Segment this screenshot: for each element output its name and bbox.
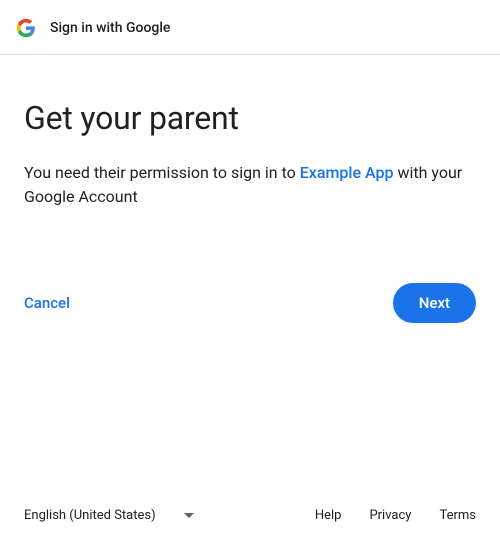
header-title: Sign in with Google <box>50 20 170 36</box>
subtitle-text: You need their permission to sign in to … <box>24 161 476 209</box>
language-selector[interactable]: English (United States) <box>24 508 194 523</box>
main-content: Get your parent You need their permissio… <box>0 55 500 492</box>
next-button[interactable]: Next <box>393 283 476 323</box>
header-bar: Sign in with Google <box>0 0 500 55</box>
google-logo-icon <box>16 18 36 38</box>
app-name-link[interactable]: Example App <box>300 163 394 182</box>
language-label: English (United States) <box>24 508 156 523</box>
footer-links: Help Privacy Terms <box>315 508 476 523</box>
subtitle-prefix: You need their permission to sign in to <box>24 163 300 182</box>
page-heading: Get your parent <box>24 99 476 137</box>
privacy-link[interactable]: Privacy <box>369 508 411 523</box>
cancel-button[interactable]: Cancel <box>24 286 70 320</box>
chevron-down-icon <box>184 513 194 518</box>
footer-bar: English (United States) Help Privacy Ter… <box>0 492 500 541</box>
help-link[interactable]: Help <box>315 508 342 523</box>
button-row: Cancel Next <box>24 283 476 323</box>
terms-link[interactable]: Terms <box>439 508 476 523</box>
